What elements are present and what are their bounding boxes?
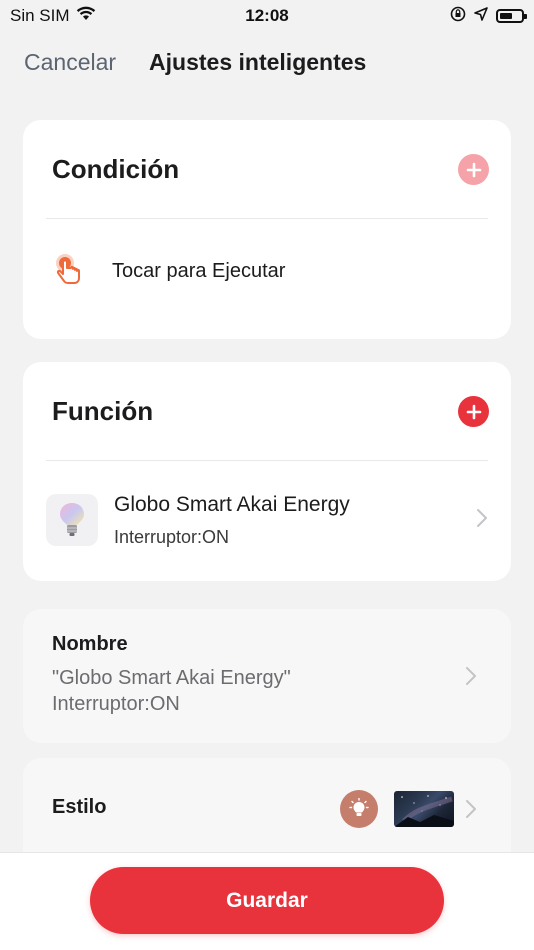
function-title: Función bbox=[52, 396, 154, 426]
status-bar: Sin SIM 12:08 bbox=[0, 0, 534, 32]
battery-icon bbox=[496, 9, 527, 23]
page-title: Ajustes inteligentes bbox=[149, 48, 367, 75]
condition-title: Condición bbox=[52, 154, 180, 184]
device-text: Globo Smart Akai Energy Interruptor:ON bbox=[114, 493, 350, 548]
device-state: Interruptor:ON bbox=[114, 526, 230, 547]
tap-to-run-item[interactable]: Tocar para Ejecutar bbox=[53, 252, 285, 291]
cover-image bbox=[394, 791, 454, 827]
plus-icon bbox=[466, 404, 481, 419]
divider bbox=[46, 218, 488, 219]
name-label: Nombre bbox=[52, 633, 128, 655]
style-icon bbox=[340, 790, 378, 828]
condition-header: Condición bbox=[52, 154, 489, 185]
function-header: Función bbox=[52, 396, 489, 427]
bulb-icon bbox=[46, 494, 98, 546]
save-button[interactable]: Guardar bbox=[90, 867, 444, 934]
chevron-right-icon bbox=[476, 508, 488, 533]
hand-tap-icon bbox=[53, 252, 83, 291]
device-action-row[interactable]: Globo Smart Akai Energy Interruptor:ON bbox=[46, 475, 488, 565]
tap-to-run-label: Tocar para Ejecutar bbox=[112, 260, 286, 282]
add-function-button[interactable] bbox=[458, 396, 489, 427]
name-value-line1: "Globo Smart Akai Energy" bbox=[52, 667, 291, 689]
cancel-button[interactable]: Cancelar bbox=[24, 49, 116, 76]
bottom-bar: Guardar bbox=[0, 852, 534, 950]
condition-card: Condición Tocar para Ejecutar bbox=[23, 120, 511, 339]
divider bbox=[46, 460, 488, 461]
status-time: 12:08 bbox=[245, 6, 289, 25]
name-card[interactable]: Nombre "Globo Smart Akai Energy" Interru… bbox=[23, 609, 511, 743]
chevron-right-icon bbox=[465, 799, 477, 824]
name-value-line2: Interruptor:ON bbox=[52, 693, 180, 715]
function-card: Función Globo Smart Akai Energy Interrup… bbox=[23, 362, 511, 581]
chevron-right-icon bbox=[465, 666, 477, 691]
name-value: "Globo Smart Akai Energy" Interruptor:ON bbox=[52, 665, 432, 717]
add-condition-button[interactable] bbox=[458, 154, 489, 185]
nav-bar: Cancelar Ajustes inteligentes bbox=[0, 40, 534, 84]
style-label: Estilo bbox=[52, 796, 107, 818]
device-name: Globo Smart Akai Energy bbox=[114, 492, 350, 516]
plus-icon bbox=[466, 162, 481, 177]
